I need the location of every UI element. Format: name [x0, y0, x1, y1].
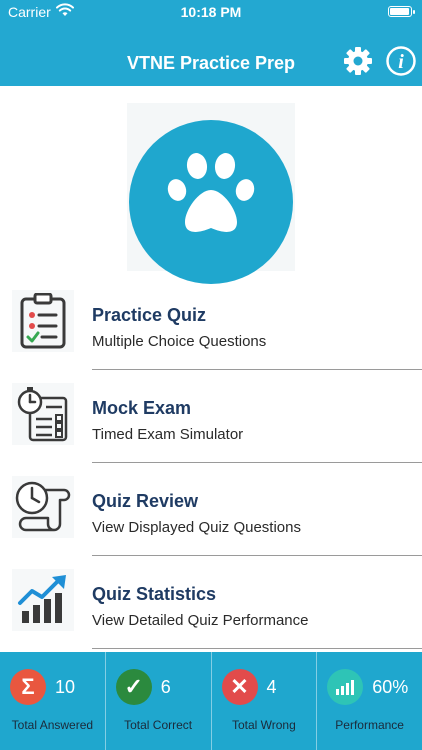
navbar: VTNE Practice Prep i	[0, 24, 422, 86]
divider	[92, 369, 422, 370]
menu-item-subtitle: View Displayed Quiz Questions	[92, 519, 301, 536]
stat-value: 4	[266, 677, 277, 697]
divider	[92, 648, 422, 649]
info-button[interactable]: i	[385, 45, 417, 77]
battery-icon	[388, 6, 415, 17]
paw-icon	[167, 153, 255, 232]
sigma-icon: Σ	[10, 669, 46, 705]
stat-performance: 60% Performance	[317, 652, 422, 750]
menu-item-title: Quiz Statistics	[92, 584, 217, 604]
stat-value: 10	[55, 677, 76, 697]
stat-label: Total Correct	[124, 718, 193, 732]
stat-label: Performance	[335, 718, 404, 732]
settings-button[interactable]	[342, 45, 374, 77]
gear-icon	[344, 47, 372, 75]
stat-label: Total Wrong	[231, 718, 296, 732]
menu-item-subtitle: Timed Exam Simulator	[92, 426, 244, 443]
menu-item-title: Mock Exam	[92, 398, 192, 418]
menu-item-title: Quiz Review	[92, 491, 199, 511]
stat-total-answered: Σ 10 Total Answered	[0, 652, 106, 750]
hero-logo	[127, 103, 295, 284]
divider	[92, 555, 422, 556]
stats-bar: Σ 10 Total Answered ✓ 6 Total Correct ✕ …	[0, 652, 422, 750]
stat-value: 6	[160, 677, 171, 697]
clock-scroll-icon	[12, 476, 74, 538]
stat-value: 60%	[372, 677, 409, 697]
stat-total-correct: ✓ 6 Total Correct	[106, 652, 212, 750]
menu-item-quiz-review[interactable]: Quiz Review View Displayed Quiz Question…	[0, 471, 422, 564]
divider	[92, 462, 422, 463]
stopwatch-checklist-icon	[12, 383, 74, 445]
menu-item-subtitle: Multiple Choice Questions	[92, 333, 267, 350]
clock: 10:18 PM	[180, 4, 242, 20]
svg-text:i: i	[398, 51, 404, 73]
stat-total-wrong: ✕ 4 Total Wrong	[212, 652, 318, 750]
info-icon: i	[386, 46, 416, 76]
status-bar: Carrier 10:18 PM	[0, 0, 422, 24]
menu-item-subtitle: View Detailed Quiz Performance	[92, 612, 309, 629]
menu-item-mock-exam[interactable]: Mock Exam Timed Exam Simulator	[0, 378, 422, 471]
menu-item-quiz-statistics[interactable]: Quiz Statistics View Detailed Quiz Perfo…	[0, 564, 422, 657]
clipboard-checklist-icon	[12, 290, 74, 352]
menu-item-practice-quiz[interactable]: Practice Quiz Multiple Choice Questions	[0, 285, 422, 378]
header: Carrier 10:18 PM VTNE Practice Prep i	[0, 0, 422, 86]
stat-label: Total Answered	[11, 718, 94, 732]
main-menu: Practice Quiz Multiple Choice Questions …	[0, 285, 422, 657]
check-icon: ✓	[115, 669, 152, 705]
x-icon: ✕	[221, 669, 258, 705]
menu-item-title: Practice Quiz	[92, 305, 207, 325]
growth-chart-icon	[12, 569, 74, 631]
bar-chart-icon	[327, 669, 364, 705]
